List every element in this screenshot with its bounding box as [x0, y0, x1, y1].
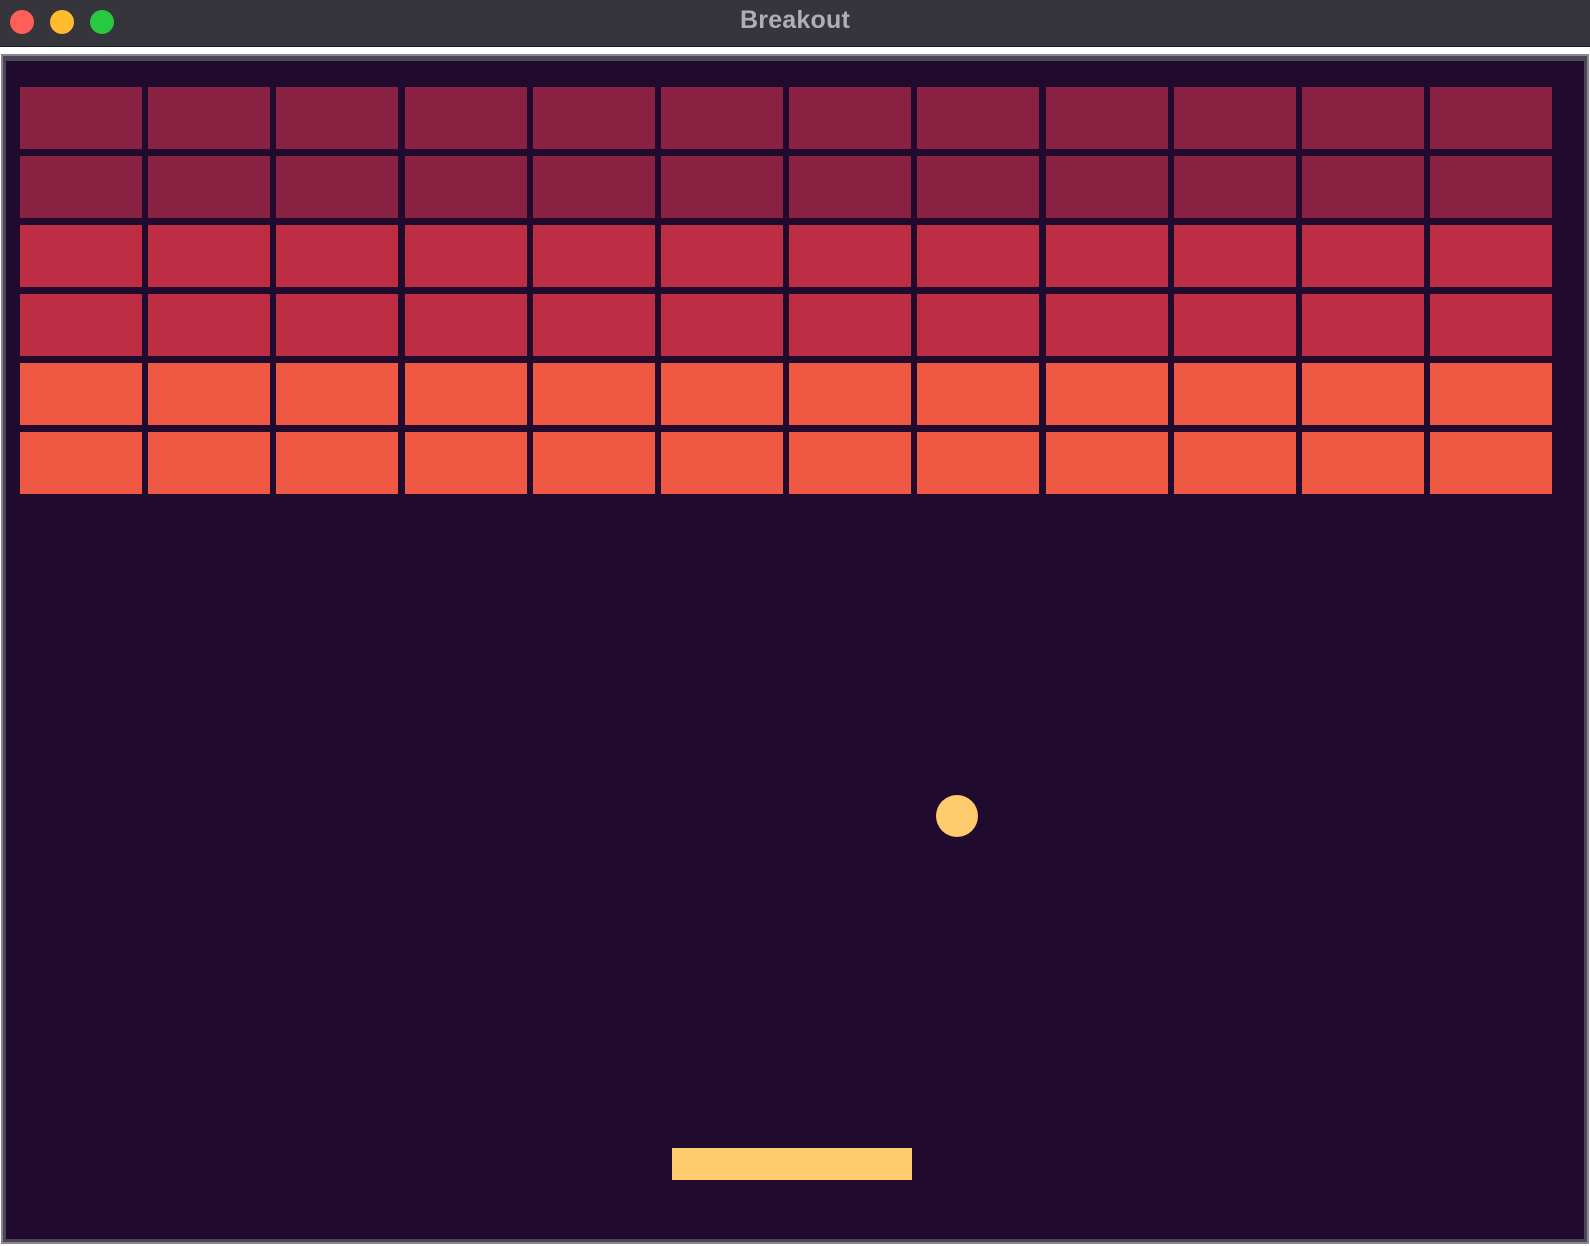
brick	[148, 87, 270, 149]
brick	[533, 156, 655, 218]
brick	[405, 225, 527, 287]
brick	[1430, 87, 1552, 149]
brick	[1174, 294, 1296, 356]
brick	[1174, 225, 1296, 287]
brick	[661, 87, 783, 149]
brick	[405, 432, 527, 494]
brick	[1430, 363, 1552, 425]
brick	[20, 156, 142, 218]
brick	[789, 156, 911, 218]
brick	[20, 294, 142, 356]
brick	[405, 87, 527, 149]
brick	[789, 432, 911, 494]
brick	[661, 156, 783, 218]
brick	[661, 294, 783, 356]
brick	[789, 363, 911, 425]
brick	[917, 156, 1039, 218]
brick	[276, 87, 398, 149]
paddle[interactable]	[672, 1148, 912, 1180]
brick	[1302, 225, 1424, 287]
game-window: Breakout	[0, 0, 1590, 1246]
brick	[405, 363, 527, 425]
brick	[20, 432, 142, 494]
brick	[1046, 87, 1168, 149]
brick	[1302, 156, 1424, 218]
brick	[533, 294, 655, 356]
brick	[1046, 363, 1168, 425]
brick	[276, 432, 398, 494]
brick	[20, 87, 142, 149]
brick	[1302, 432, 1424, 494]
brick	[276, 294, 398, 356]
brick	[1302, 294, 1424, 356]
brick	[917, 363, 1039, 425]
brick	[789, 225, 911, 287]
brick	[1174, 363, 1296, 425]
brick	[1046, 294, 1168, 356]
brick	[1046, 225, 1168, 287]
brick	[1174, 432, 1296, 494]
brick	[1046, 432, 1168, 494]
brick	[1302, 87, 1424, 149]
brick	[276, 363, 398, 425]
brick	[1430, 156, 1552, 218]
brick	[661, 225, 783, 287]
brick	[917, 225, 1039, 287]
brick	[1430, 294, 1552, 356]
brick	[20, 225, 142, 287]
title-bar[interactable]: Breakout	[0, 0, 1590, 47]
brick	[533, 87, 655, 149]
ball	[936, 795, 978, 837]
brick	[533, 432, 655, 494]
brick	[276, 156, 398, 218]
brick	[533, 363, 655, 425]
brick	[1302, 363, 1424, 425]
playfield[interactable]	[6, 61, 1584, 1239]
brick	[917, 294, 1039, 356]
brick	[276, 225, 398, 287]
brick	[1174, 156, 1296, 218]
brick	[1174, 87, 1296, 149]
brick	[661, 363, 783, 425]
brick	[405, 156, 527, 218]
brick	[1046, 156, 1168, 218]
window-title: Breakout	[740, 6, 850, 34]
brick	[533, 225, 655, 287]
brick	[789, 294, 911, 356]
brick	[148, 225, 270, 287]
brick	[148, 294, 270, 356]
brick	[661, 432, 783, 494]
brick	[917, 87, 1039, 149]
brick	[148, 363, 270, 425]
brick	[148, 156, 270, 218]
brick	[1430, 432, 1552, 494]
brick	[20, 363, 142, 425]
brick	[1430, 225, 1552, 287]
brick	[148, 432, 270, 494]
brick	[789, 87, 911, 149]
brick	[917, 432, 1039, 494]
brick	[405, 294, 527, 356]
